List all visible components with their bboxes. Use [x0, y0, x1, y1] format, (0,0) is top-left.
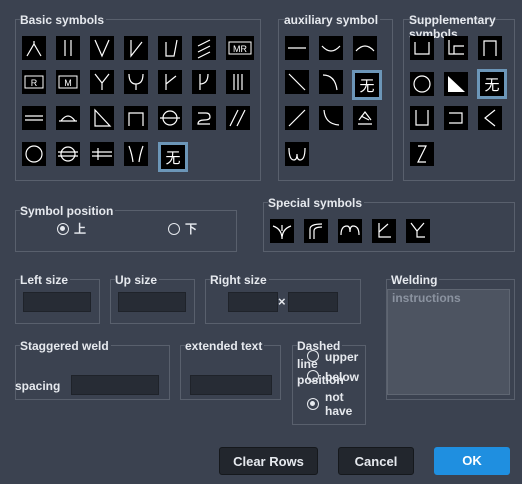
wave-arc-icon[interactable]	[338, 219, 362, 243]
dashed-upper-label: upper	[325, 350, 359, 364]
bracket-right-icon[interactable]	[444, 106, 468, 130]
double-slash-icon[interactable]	[192, 36, 216, 60]
half-circle-icon[interactable]	[56, 106, 80, 130]
dashed-below-label: below	[325, 370, 360, 384]
left-size-title: Left size	[20, 273, 71, 287]
fillet-open-icon[interactable]	[22, 36, 46, 60]
staggered-weld-title: Staggered weld	[20, 339, 111, 353]
spacing-input[interactable]	[71, 375, 159, 395]
corner-box-icon[interactable]	[444, 36, 468, 60]
k-v-symbol-icon[interactable]	[406, 219, 430, 243]
flat-line-icon[interactable]	[285, 36, 309, 60]
extended-text-input[interactable]	[190, 375, 272, 395]
svg-text:无: 无	[165, 149, 180, 167]
bevel-u-icon[interactable]	[158, 36, 182, 60]
svg-text:无: 无	[359, 77, 374, 95]
u-channel-icon[interactable]	[410, 106, 434, 130]
spacing-label: spacing	[15, 379, 61, 393]
auxiliary-symbol-title: auxiliary symbol	[284, 13, 381, 27]
dashed-not-have-radio[interactable]	[307, 398, 319, 410]
curve-legs-icon[interactable]	[304, 219, 328, 243]
svg-text:M: M	[64, 78, 72, 88]
open-box-left-icon[interactable]	[410, 36, 434, 60]
ok-button[interactable]: OK	[434, 447, 510, 475]
curve-corner-icon[interactable]	[319, 70, 343, 94]
square-corner-icon[interactable]	[124, 106, 148, 130]
times-sign: ×	[278, 294, 286, 309]
right-size-input-2[interactable]	[288, 292, 338, 312]
right-size-title: Right size	[210, 273, 269, 287]
double-line-icon[interactable]	[22, 106, 46, 130]
cancel-button[interactable]: Cancel	[338, 447, 414, 475]
none-kanji-icon[interactable]: 无	[158, 142, 188, 172]
rising-line-icon[interactable]	[285, 106, 309, 130]
circle-icon[interactable]	[22, 142, 46, 166]
extended-text-title: extended text	[185, 339, 265, 353]
convex-icon[interactable]	[353, 36, 377, 60]
fillet-triangle-icon[interactable]	[90, 106, 114, 130]
welding-instructions-placeholder: instructions	[392, 291, 461, 305]
circle-double-line-icon[interactable]	[56, 142, 80, 166]
r-box-icon[interactable]: R	[22, 70, 46, 94]
arc-legs-icon[interactable]	[270, 219, 294, 243]
dashed-upper-radio[interactable]	[307, 350, 319, 362]
supp-none-kanji-icon[interactable]: 无	[477, 69, 507, 99]
position-upper-label: 上	[74, 222, 87, 236]
triple-bar-icon[interactable]	[226, 70, 250, 94]
u-groove-icon[interactable]	[124, 70, 148, 94]
welding-title: Welding	[391, 273, 440, 287]
k-symbol-icon[interactable]	[372, 219, 396, 243]
s-curve-icon[interactable]	[192, 106, 216, 130]
y-groove-icon[interactable]	[90, 70, 114, 94]
right-size-input-1[interactable]	[228, 292, 278, 312]
diagonal-line-icon[interactable]	[285, 70, 309, 94]
caret-underline-icon[interactable]	[353, 106, 377, 130]
dashed-not-have-label: not have	[325, 390, 353, 418]
up-size-input[interactable]	[118, 292, 186, 312]
basic-symbols-title: Basic symbols	[20, 13, 107, 27]
svg-text:R: R	[31, 78, 38, 88]
curve-down-icon[interactable]	[319, 106, 343, 130]
mr-box-icon[interactable]: MR	[226, 36, 254, 60]
special-symbols-title: Special symbols	[268, 196, 365, 210]
position-lower-radio[interactable]	[168, 223, 180, 235]
dashed-below-radio[interactable]	[307, 370, 319, 382]
less-than-icon[interactable]	[478, 106, 502, 130]
single-j-icon[interactable]	[192, 70, 216, 94]
bevel-icon[interactable]	[124, 36, 148, 60]
svg-text:MR: MR	[233, 44, 247, 54]
strike-double-line-icon[interactable]	[90, 142, 114, 166]
position-lower-label: 下	[185, 222, 198, 236]
v-groove-icon[interactable]	[90, 36, 114, 60]
position-upper-radio[interactable]	[57, 223, 69, 235]
open-circle-icon[interactable]	[410, 72, 434, 96]
clear-rows-button[interactable]: Clear Rows	[219, 447, 318, 475]
symbol-position-title: Symbol position	[20, 204, 116, 218]
j-groove-icon[interactable]	[158, 70, 182, 94]
ground-hook-icon[interactable]	[285, 142, 309, 166]
flare-v-icon[interactable]	[124, 142, 148, 166]
double-bar-icon[interactable]	[56, 36, 80, 60]
svg-text:无: 无	[484, 76, 499, 94]
left-size-input[interactable]	[23, 292, 91, 312]
up-size-title: Up size	[115, 273, 160, 287]
aux-none-kanji-icon[interactable]: 无	[352, 70, 382, 100]
circle-line-icon[interactable]	[158, 106, 182, 130]
filled-triangle-icon[interactable]	[444, 72, 468, 96]
m-box-icon[interactable]: M	[56, 70, 80, 94]
concave-icon[interactable]	[319, 36, 343, 60]
double-diagonal-icon[interactable]	[226, 106, 250, 130]
gate-icon[interactable]	[478, 36, 502, 60]
z-stroke-icon[interactable]	[410, 142, 434, 166]
